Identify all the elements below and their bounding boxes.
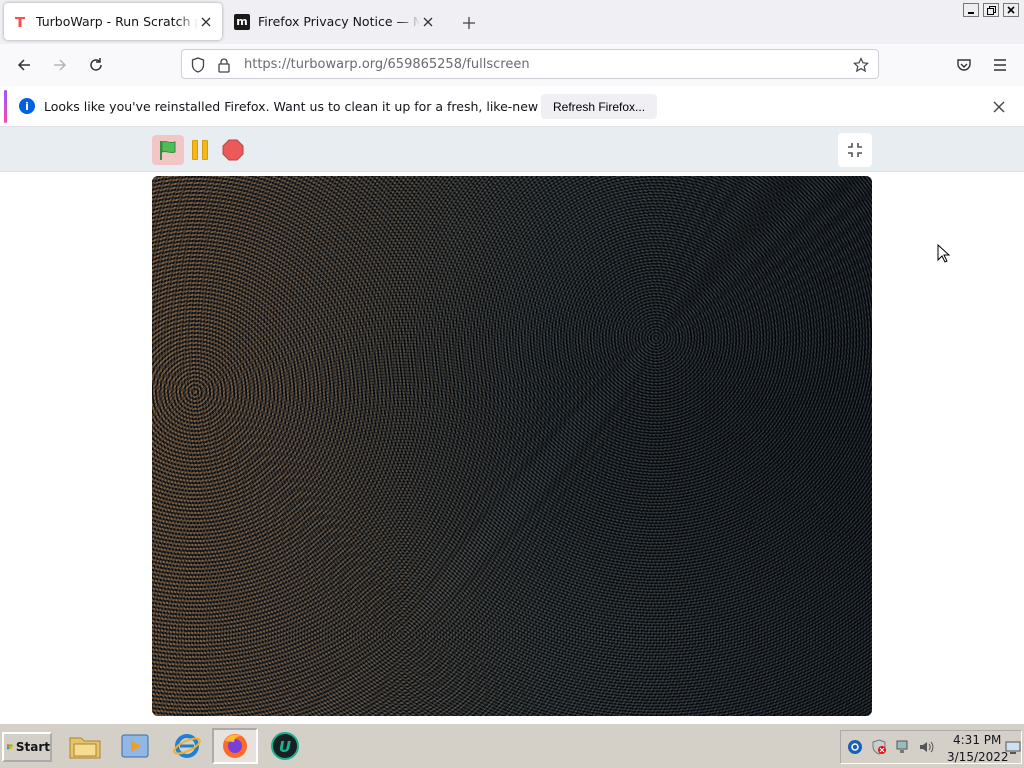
pause-button[interactable] — [187, 135, 213, 165]
tab-title: TurboWarp - Run Scratch projects — [36, 14, 198, 29]
pause-bar — [192, 140, 198, 160]
show-desktop-icon[interactable] — [1005, 739, 1021, 755]
project-stage[interactable] — [152, 176, 872, 716]
start-button[interactable]: Start — [2, 732, 52, 762]
file-explorer-button[interactable] — [62, 728, 108, 764]
back-button[interactable] — [10, 51, 38, 79]
lock-icon[interactable] — [215, 56, 233, 74]
bookmark-star-icon[interactable] — [852, 56, 870, 74]
pause-bar — [202, 140, 208, 160]
refresh-firefox-button[interactable]: Refresh Firefox... — [541, 94, 658, 119]
forward-button[interactable] — [46, 51, 74, 79]
url-bar[interactable]: https://turbowarp.org/659865258/fullscre… — [181, 49, 879, 79]
navigation-toolbar: https://turbowarp.org/659865258/fullscre… — [0, 44, 1024, 86]
close-tab-icon[interactable] — [420, 14, 436, 30]
close-icon[interactable] — [990, 98, 1008, 116]
url-path: /659865258/fullscreen — [383, 57, 530, 72]
network-status-icon[interactable] — [847, 739, 863, 755]
u-app-icon: U — [271, 732, 299, 760]
reload-button[interactable] — [82, 51, 110, 79]
tab-turbowarp[interactable]: TurboWarp - Run Scratch projects — [4, 3, 222, 40]
url-text[interactable]: https://turbowarp.org/659865258/fullscre… — [244, 57, 530, 72]
minimize-button[interactable] — [963, 3, 979, 17]
internet-explorer-icon — [173, 734, 201, 758]
turbowarp-player — [0, 127, 1024, 723]
media-player-button[interactable] — [112, 728, 158, 764]
reinstall-notification-bar: i Looks like you've reinstalled Firefox.… — [0, 86, 1024, 127]
internet-explorer-button[interactable] — [164, 728, 210, 764]
notification-accent — [4, 90, 7, 123]
security-alert-icon[interactable] — [871, 739, 887, 755]
folder-icon — [69, 737, 101, 759]
start-label: Start — [15, 740, 50, 754]
firefox-taskbar-button[interactable] — [212, 728, 258, 764]
stage-pattern — [152, 176, 872, 716]
new-tab-button[interactable] — [458, 12, 480, 34]
mozilla-icon: m — [234, 13, 250, 30]
menu-hamburger-icon[interactable] — [986, 51, 1014, 79]
volume-icon[interactable] — [918, 739, 934, 755]
clock-date[interactable]: 3/15/2022 — [947, 750, 1009, 764]
player-controls — [0, 127, 1024, 172]
info-icon: i — [19, 98, 35, 114]
tracking-protection-icon[interactable] — [189, 56, 207, 74]
close-window-button[interactable] — [1003, 3, 1019, 17]
tab-title: Firefox Privacy Notice — Mozilla — [258, 14, 420, 29]
stop-button[interactable] — [219, 136, 247, 164]
media-player-icon — [121, 734, 149, 758]
turbowarp-icon — [12, 14, 28, 30]
firefox-icon — [223, 734, 247, 758]
taskbar: Start U 4:31 PM 3/15/2022 — [0, 723, 1024, 768]
mouse-cursor-icon — [937, 244, 951, 263]
exit-fullscreen-button[interactable] — [838, 133, 872, 167]
clock-time[interactable]: 4:31 PM — [953, 733, 1001, 747]
windows-logo-icon — [7, 744, 13, 750]
network-computer-icon[interactable] — [895, 739, 911, 755]
app-u-button[interactable]: U — [262, 728, 308, 764]
green-flag-button[interactable] — [152, 135, 184, 165]
tab-strip: TurboWarp - Run Scratch projects m Firef… — [0, 0, 1024, 44]
exit-fullscreen-icon — [848, 143, 862, 157]
pocket-button[interactable] — [950, 51, 978, 79]
url-host: https://turbowarp.org — [244, 57, 384, 72]
system-tray: 4:31 PM 3/15/2022 — [840, 730, 1022, 764]
notification-message: Looks like you've reinstalled Firefox. W… — [44, 99, 619, 114]
svg-text:U: U — [279, 738, 291, 756]
tab-firefox-privacy[interactable]: m Firefox Privacy Notice — Mozilla — [226, 3, 444, 40]
restore-button[interactable] — [983, 3, 999, 17]
close-tab-icon[interactable] — [198, 14, 214, 30]
